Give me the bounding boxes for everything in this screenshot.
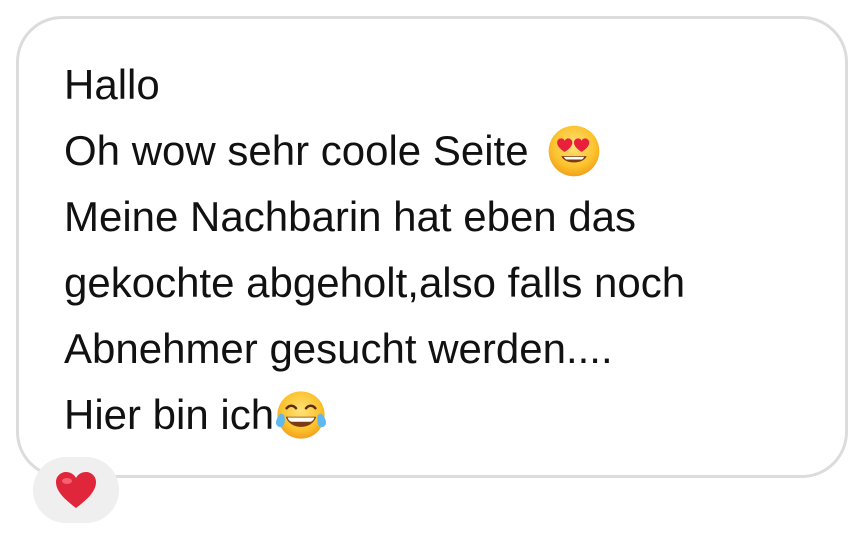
message-line-text: Hallo bbox=[64, 61, 160, 108]
red-heart-icon bbox=[56, 472, 96, 508]
message-line-text: Abnehmer gesucht werden.... bbox=[64, 325, 613, 372]
message-line: gekochte abgeholt,also falls noch bbox=[64, 250, 685, 316]
message-line: Hier bin ich bbox=[64, 382, 685, 448]
heart-eyes-emoji bbox=[548, 125, 599, 177]
message-line: Hallo bbox=[64, 52, 685, 118]
message-line: Abnehmer gesucht werden.... bbox=[64, 316, 685, 382]
message-line-text: Hier bin ich bbox=[64, 391, 275, 438]
message-text: Hallo Oh wow sehr coole Seite Meine Nach… bbox=[64, 52, 685, 448]
message-line-text: Oh wow sehr coole Seite bbox=[64, 127, 529, 174]
reaction-badge[interactable] bbox=[33, 457, 119, 523]
message-line: Meine Nachbarin hat eben das bbox=[64, 184, 685, 250]
message-line: Oh wow sehr coole Seite bbox=[64, 118, 685, 184]
message-line-text: Meine Nachbarin hat eben das bbox=[64, 193, 637, 240]
tears-of-joy-emoji bbox=[276, 391, 327, 439]
message-line-text: gekochte abgeholt,also falls noch bbox=[64, 259, 686, 306]
